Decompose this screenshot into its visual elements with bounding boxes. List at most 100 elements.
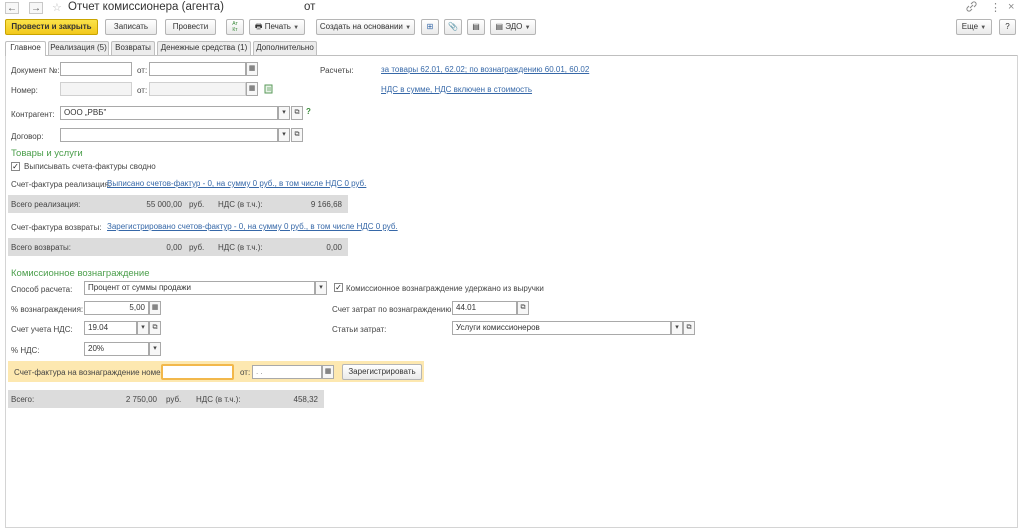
expense-account-input[interactable]: 44.01 [452,301,517,315]
link-icon[interactable] [966,1,977,15]
commission-vat-label: НДС (в т.ч.): [196,395,241,404]
calendar-icon[interactable]: ▦ [322,365,334,379]
expense-items-input[interactable]: Услуги комиссионеров [452,321,671,335]
vat-link[interactable]: НДС в сумме, НДС включен в стоимость [381,85,532,94]
structure-button[interactable]: ⊞ [421,19,439,35]
contract-label: Договор: [11,132,44,141]
sales-invoice-link[interactable]: Выписано счетов-фактур - 0, на сумму 0 р… [107,179,366,188]
table-button[interactable]: ▤ [467,19,485,35]
chevron-down-icon: ▼ [293,25,300,31]
close-icon[interactable]: × [1008,1,1014,13]
document-icon[interactable] [264,84,275,94]
calc-method-label: Способ расчета: [11,285,73,294]
more-icon[interactable]: ⋮ [990,1,1001,14]
more-label: Еще [961,22,979,31]
vat-account-input[interactable]: 19.04 [84,321,137,335]
counterparty-open-icon[interactable]: ⧉ [291,106,303,120]
sales-currency: руб. [189,200,205,209]
expense-account-label: Счет затрат по вознаграждению: [332,305,454,314]
expense-items-label: Статьи затрат: [332,325,387,334]
register-button[interactable]: Зарегистрировать [342,364,422,380]
title-bar: ← → ☆ Отчет комиссионера (агента) от ⋮ × [0,0,1024,16]
vat-account-dropdown-icon[interactable]: ▾ [137,321,149,335]
create-based-on-button[interactable]: Создать на основании ▼ [316,19,415,35]
doc-date-label: от: [137,66,148,75]
commission-vat-value: 458,32 [293,395,318,404]
percent-calculator-icon[interactable]: ▦ [149,301,161,315]
contract-dropdown-icon[interactable]: ▾ [278,128,290,142]
print-icon: 🖶 [254,22,263,31]
edo-icon: ▤ [495,22,503,31]
doc-date-input[interactable] [149,62,246,76]
edo-button[interactable]: ▤ ЭДО ▼ [490,19,536,35]
summary-invoices-label: Выписывать счета-фактуры сводно [24,162,156,171]
withheld-checkbox[interactable]: ✓ [334,283,343,292]
settlements-link[interactable]: за товары 62.01, 62.02; по вознаграждени… [381,65,589,74]
back-icon[interactable]: ← [5,2,19,14]
counterparty-input[interactable]: ООО „РВБ" [60,106,278,120]
forward-icon[interactable]: → [29,2,43,14]
print-button[interactable]: 🖶 Печать ▼ [249,19,305,35]
calendar-icon[interactable]: ▦ [246,62,258,76]
star-icon[interactable]: ☆ [52,1,62,14]
calc-method-select[interactable]: Процент от суммы продажи [84,281,315,295]
chevron-down-icon: ▼ [524,25,531,31]
vat-rate-select[interactable]: 20% [84,342,149,356]
doc-number-input[interactable] [60,62,132,76]
returns-vat-value: 0,00 [326,243,342,252]
counterparty-dropdown-icon[interactable]: ▾ [278,106,290,120]
tab-main[interactable]: Главное [5,41,46,56]
write-button[interactable]: Записать [105,19,157,35]
returns-total-value: 0,00 [166,243,182,252]
clip-icon: 📎 [448,22,458,31]
returns-invoice-link[interactable]: Зарегистрировано счетов-фактур - 0, на с… [107,222,398,231]
commission-total-value: 2 750,00 [125,395,157,404]
dt-kt-icon: Ат Кт [232,21,238,33]
expense-items-dropdown-icon[interactable]: ▾ [671,321,683,335]
returns-currency: руб. [189,243,205,252]
commission-invoice-date-label: от: [240,368,251,377]
vat-account-label: Счет учета НДС: [11,325,73,334]
attach-button[interactable]: 📎 [444,19,462,35]
calc-method-dropdown-icon[interactable]: ▾ [315,281,327,295]
contract-input[interactable] [60,128,278,142]
sales-total-value: 55 000,00 [146,200,182,209]
number-input[interactable] [60,82,132,96]
help-button[interactable]: ? [999,19,1016,35]
sales-vat-label: НДС (в т.ч.): [218,200,263,209]
vat-rate-dropdown-icon[interactable]: ▾ [149,342,161,356]
more-button[interactable]: Еще ▼ [956,19,992,35]
withheld-label: Комиссионное вознаграждение удержано из … [346,284,544,293]
chevron-down-icon: ▼ [405,25,412,31]
post-button[interactable]: Провести [165,19,216,35]
tab-additional[interactable]: Дополнительно [253,41,317,55]
goods-section-title: Товары и услуги [11,148,83,159]
help-icon[interactable]: ? [306,107,311,116]
commission-invoice-date-input[interactable]: . . [252,365,322,379]
sales-invoice-label: Счет-фактура реализация: [11,180,111,189]
page-title: Отчет комиссионера (агента) [68,1,224,13]
tab-returns[interactable]: Возвраты [111,41,155,55]
calendar-icon[interactable]: ▦ [246,82,258,96]
returns-total-label: Всего возвраты: [11,243,71,252]
edo-label: ЭДО [505,22,523,31]
expense-account-open-icon[interactable]: ⧉ [517,301,529,315]
vat-rate-label: % НДС: [11,346,40,355]
expense-items-open-icon[interactable]: ⧉ [683,321,695,335]
settlements-label: Расчеты: [320,66,354,75]
doc-number-label: Документ №: [11,66,60,75]
vat-account-open-icon[interactable]: ⧉ [149,321,161,335]
contract-open-icon[interactable]: ⧉ [291,128,303,142]
create-based-on-label: Создать на основании [319,22,403,31]
percent-input[interactable]: 5,00 [84,301,149,315]
number-date-input[interactable] [149,82,246,96]
post-and-close-button[interactable]: Провести и закрыть [5,19,98,35]
page-title-date: от [304,1,316,13]
number-date-label: от: [137,86,148,95]
tab-sales[interactable]: Реализация (5) [48,41,109,55]
dt-kt-button[interactable]: Ат Кт [226,19,244,35]
commission-invoice-number-input[interactable] [161,364,234,380]
summary-invoices-checkbox[interactable]: ✓ [11,162,20,171]
percent-label: % вознаграждения: [11,305,84,314]
tab-money[interactable]: Денежные средства (1) [157,41,251,55]
